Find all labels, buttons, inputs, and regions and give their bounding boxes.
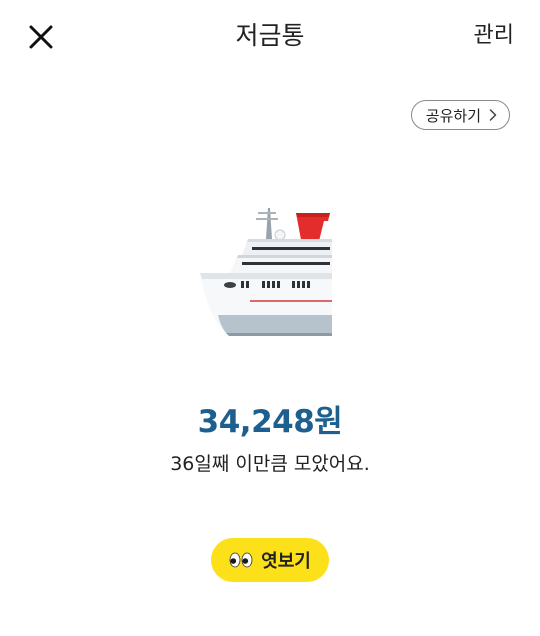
peek-button-label: 엿보기 <box>261 551 311 572</box>
saved-days-message: 36일째 이만큼 모았어요. <box>170 453 370 475</box>
manage-button[interactable]: 관리 <box>474 18 514 54</box>
peek-button[interactable]: 엿보기 <box>211 538 329 582</box>
eyes-icon <box>229 552 253 568</box>
savings-box-screen: 저금통 관리 공유하기 34,248원 36일째 이만큼 모았어요. 엿보기 <box>0 0 540 636</box>
page-title: 저금통 <box>235 21 305 50</box>
share-button[interactable]: 공유하기 <box>410 100 510 130</box>
chevron-right-icon <box>489 109 497 121</box>
ship-icon <box>196 205 336 337</box>
share-button-label: 공유하기 <box>425 106 481 125</box>
saved-amount: 34,248원 <box>197 404 343 440</box>
